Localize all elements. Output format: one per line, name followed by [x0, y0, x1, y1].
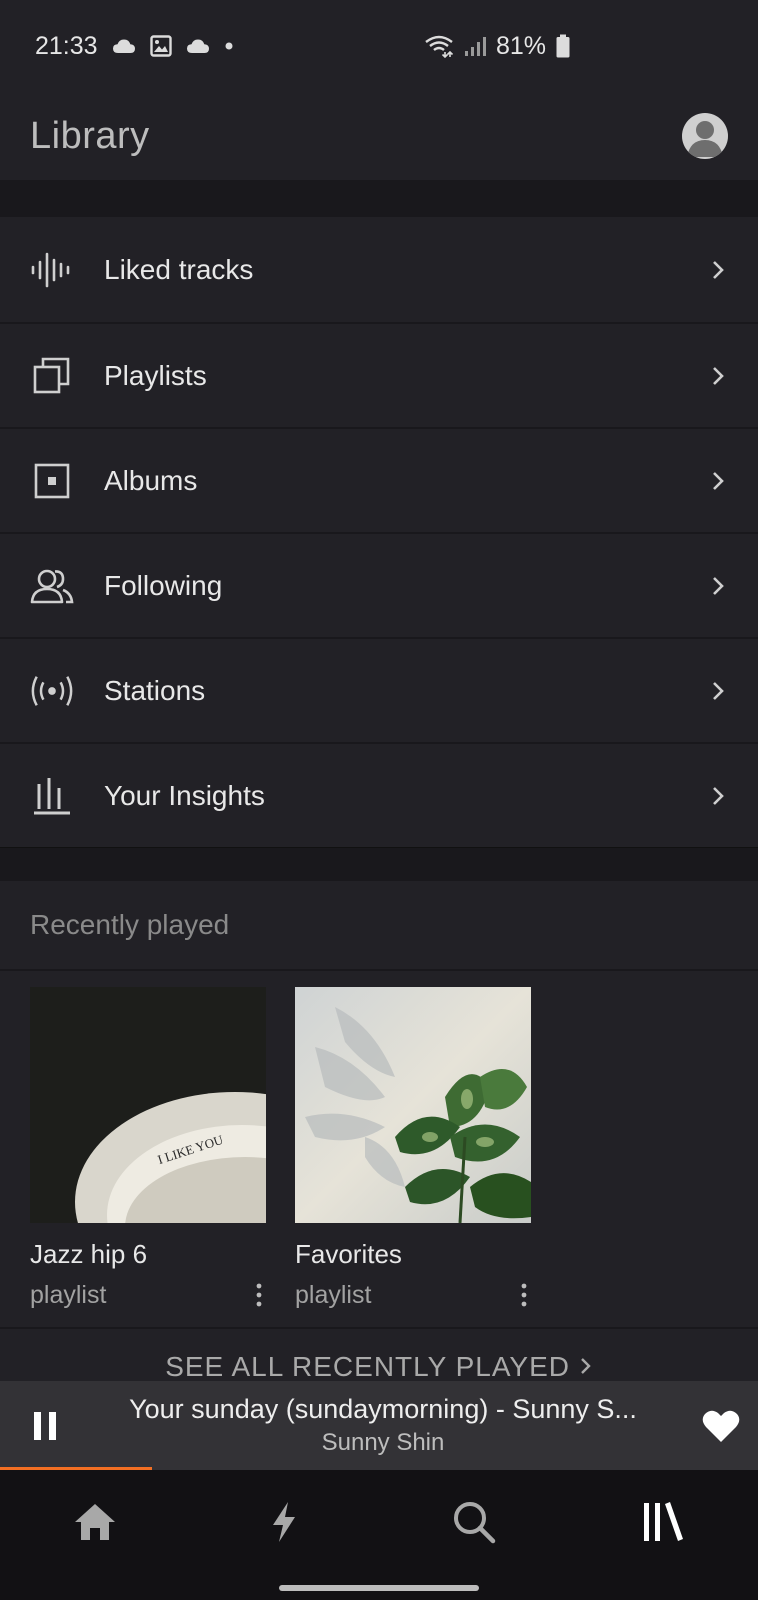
- menu-item-label: Stations: [104, 674, 206, 706]
- heart-icon: [702, 1410, 740, 1442]
- menu-item-liked-tracks[interactable]: Liked tracks: [0, 217, 758, 322]
- page-title: Library: [30, 114, 150, 157]
- cloud-icon: [112, 38, 136, 54]
- more-options-icon[interactable]: [252, 1280, 266, 1310]
- nav-feed[interactable]: [190, 1501, 380, 1543]
- signal-icon: [464, 35, 486, 57]
- status-bar: 21:33 81%: [0, 0, 758, 92]
- app-header: Library: [0, 92, 758, 180]
- menu-item-label: Playlists: [104, 359, 207, 391]
- card-title: Jazz hip 6: [30, 1239, 148, 1269]
- section-divider: [0, 180, 758, 217]
- album-icon: [30, 459, 74, 503]
- recent-cards: I LIKE YOU Jazz hip 6 playlist Favorites…: [30, 987, 531, 1310]
- battery-icon: [556, 34, 570, 58]
- card-subtitle: playlist: [295, 1280, 372, 1309]
- following-icon: [30, 564, 74, 608]
- see-all-recently-played-link[interactable]: SEE ALL RECENTLY PLAYED: [0, 1351, 758, 1383]
- card-subtitle: playlist: [30, 1280, 107, 1309]
- chevron-right-icon: [580, 1358, 591, 1374]
- menu-item-label: Your Insights: [104, 779, 265, 811]
- nav-search[interactable]: [379, 1500, 569, 1544]
- insights-icon: [30, 774, 74, 818]
- menu-item-your-insights[interactable]: Your Insights: [0, 742, 758, 847]
- playlists-icon: [30, 354, 74, 398]
- menu-item-label: Liked tracks: [104, 253, 254, 285]
- see-all-label: SEE ALL RECENTLY PLAYED: [165, 1351, 571, 1382]
- chevron-right-icon: [708, 574, 728, 598]
- menu-item-label: Following: [104, 569, 223, 601]
- playlist-card[interactable]: Favorites playlist: [295, 987, 531, 1310]
- mini-player[interactable]: Your sunday (sundaymorning) - Sunny S...…: [0, 1381, 758, 1470]
- card-meta: playlist: [30, 1280, 266, 1310]
- home-icon: [74, 1504, 115, 1540]
- like-button[interactable]: [684, 1409, 758, 1443]
- image-icon: [149, 35, 172, 57]
- menu-item-stations[interactable]: Stations: [0, 637, 758, 742]
- chevron-right-icon: [708, 364, 728, 388]
- feed-icon: [273, 1502, 296, 1542]
- menu-item-playlists[interactable]: Playlists: [0, 322, 758, 427]
- now-playing-info[interactable]: Your sunday (sundaymorning) - Sunny S...…: [90, 1394, 684, 1457]
- playlist-card[interactable]: I LIKE YOU Jazz hip 6 playlist: [30, 987, 266, 1310]
- track-artist: Sunny Shin: [321, 1429, 445, 1456]
- dot-icon: [224, 41, 234, 51]
- section-divider: [0, 1327, 758, 1329]
- avatar-icon[interactable]: [682, 113, 728, 159]
- gesture-home-bar[interactable]: [279, 1585, 479, 1591]
- playlist-artwork: I LIKE YOU: [30, 987, 266, 1223]
- recently-played-section: Recently played I LIKE YOU Jazz hip 6 pl…: [0, 881, 758, 1383]
- track-title: Your sunday (sundaymorning) - Sunny S...: [129, 1394, 637, 1424]
- waveform-icon: [30, 248, 74, 292]
- bottom-nav: [0, 1470, 758, 1600]
- nav-home[interactable]: [0, 1502, 190, 1542]
- wifi-icon: [424, 34, 454, 58]
- chevron-right-icon: [708, 258, 728, 282]
- section-header: Recently played: [0, 881, 758, 971]
- chevron-right-icon: [708, 469, 728, 493]
- pause-button[interactable]: [0, 1381, 90, 1470]
- library-menu: Liked tracks Playlists Albums Following: [0, 217, 758, 847]
- battery-percent: 81%: [495, 31, 546, 60]
- card-title: Favorites: [295, 1239, 402, 1269]
- section-title: Recently played: [30, 909, 230, 940]
- menu-item-following[interactable]: Following: [0, 532, 758, 637]
- section-divider: [0, 848, 758, 881]
- chevron-right-icon: [708, 784, 728, 808]
- status-time: 21:33: [35, 31, 98, 60]
- pause-icon: [34, 1411, 56, 1440]
- library-icon: [644, 1502, 684, 1541]
- card-meta: playlist: [295, 1280, 531, 1310]
- station-icon: [30, 669, 74, 713]
- more-options-icon[interactable]: [517, 1280, 531, 1310]
- nav-library[interactable]: [569, 1501, 758, 1543]
- chevron-right-icon: [708, 679, 728, 703]
- menu-item-albums[interactable]: Albums: [0, 427, 758, 532]
- playlist-artwork: [295, 987, 531, 1223]
- search-icon: [453, 1502, 495, 1544]
- menu-item-label: Albums: [104, 464, 198, 496]
- cloud-icon: [186, 38, 210, 54]
